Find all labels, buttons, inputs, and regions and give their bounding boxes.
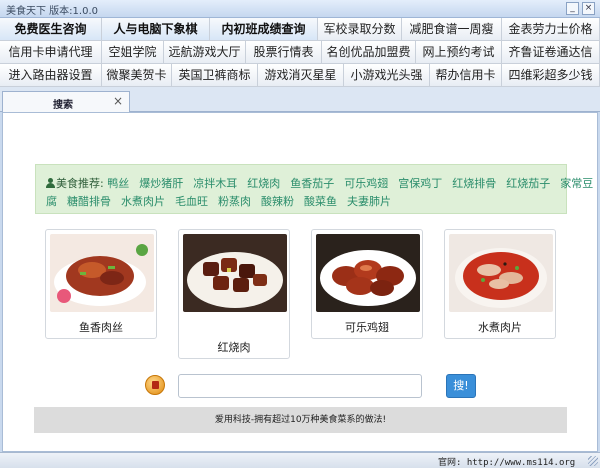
food-link[interactable]: 水煮肉片: [121, 195, 165, 208]
search-input[interactable]: [178, 374, 422, 398]
link-item[interactable]: 军校录取分数: [318, 18, 402, 41]
footer-text: 爱用科技-拥有超过10万种美食菜系的做法!: [34, 407, 567, 433]
food-link[interactable]: 鸭丝: [107, 177, 129, 190]
search-row: 搜!: [3, 373, 599, 399]
dish-card[interactable]: 红烧肉: [178, 229, 290, 359]
link-item[interactable]: 微聚美贺卡: [102, 64, 172, 87]
tab-close-icon[interactable]: ×: [113, 94, 123, 108]
tab-strip: 搜索 ×: [0, 87, 600, 113]
recommend-box: 美食推荐: 鸭丝 爆炒猪肝 凉拌木耳 红烧肉 鱼香茄子 可乐鸡翅 宫保鸡丁 红烧排骨 红烧茄子家…: [35, 164, 593, 214]
food-link[interactable]: 夫妻肺片: [347, 195, 391, 208]
recommend-line-2: 腐糖醋排骨 水煮肉片 毛血旺 粉蒸肉 酸辣粉 酸菜鱼 夫妻肺片: [46, 193, 401, 209]
link-item[interactable]: 免费医生咨询: [0, 18, 102, 41]
food-link[interactable]: 宫保鸡丁: [398, 177, 442, 190]
dish-name: 鱼香肉丝: [79, 321, 123, 334]
link-item[interactable]: 网上预约考试: [416, 41, 502, 64]
food-link[interactable]: 鱼香茄子: [290, 177, 334, 190]
recommend-links: 腐糖醋排骨 水煮肉片 毛血旺 粉蒸肉 酸辣粉 酸菜鱼 夫妻肺片: [46, 195, 401, 208]
link-item[interactable]: 内初班成绩查询: [210, 18, 318, 41]
dish-photo: [449, 234, 553, 312]
link-item[interactable]: 小游戏光头强: [344, 64, 430, 87]
quick-link-bar: 免费医生咨询 人与电脑下象棋 内初班成绩查询 军校录取分数 减肥食谱一周瘦 金表…: [0, 18, 600, 87]
food-link[interactable]: 酸菜鱼: [304, 195, 337, 208]
tab-search[interactable]: 搜索 ×: [2, 91, 130, 113]
link-item[interactable]: 人与电脑下象棋: [102, 18, 210, 41]
link-item[interactable]: 远航游戏大厅: [164, 41, 246, 64]
tab-label: 搜索: [53, 100, 73, 111]
dish-card[interactable]: 可乐鸡翅: [311, 229, 423, 339]
food-link[interactable]: 红烧茄子: [506, 177, 550, 190]
link-item[interactable]: 齐鲁证卷通达信: [502, 41, 600, 64]
food-link[interactable]: 毛血旺: [175, 195, 208, 208]
status-bar: 官网: http://www.ms114.org: [0, 452, 600, 468]
person-icon: [46, 178, 55, 188]
recommend-line-1: 美食推荐: 鸭丝 爆炒猪肝 凉拌木耳 红烧肉 鱼香茄子 可乐鸡翅 宫保鸡丁 红烧排骨 红烧茄子家…: [46, 175, 600, 191]
link-item[interactable]: 四维彩超多少钱: [502, 64, 600, 87]
content-panel: 美食推荐: 鸭丝 爆炒猪肝 凉拌木耳 红烧肉 鱼香茄子 可乐鸡翅 宫保鸡丁 红烧排骨 红烧茄子家…: [2, 112, 598, 452]
link-item[interactable]: 帮办信用卡: [430, 64, 502, 87]
food-link[interactable]: 粉蒸肉: [218, 195, 251, 208]
link-item[interactable]: 空姐学院: [102, 41, 164, 64]
dish-card[interactable]: 鱼香肉丝: [45, 229, 157, 339]
dish-name: 红烧肉: [217, 341, 251, 354]
close-button[interactable]: ×: [582, 2, 595, 15]
food-link[interactable]: 腐: [46, 195, 57, 208]
save-icon[interactable]: [145, 375, 165, 395]
window-title: 美食天下 版本:1.0.0: [6, 6, 98, 17]
link-item[interactable]: 信用卡申请代理: [0, 41, 102, 64]
website-link[interactable]: 官网: http://www.ms114.org: [438, 455, 575, 468]
dish-photo: [316, 234, 420, 312]
title-bar: 美食天下 版本:1.0.0 _ ×: [0, 0, 600, 18]
dish-photo: [183, 234, 287, 312]
link-item[interactable]: 股票行情表: [246, 41, 322, 64]
link-item[interactable]: 金表劳力士价格: [502, 18, 600, 41]
food-link[interactable]: 红烧肉: [247, 177, 280, 190]
food-link[interactable]: 家常豆: [560, 177, 593, 190]
food-link[interactable]: 酸辣粉: [261, 195, 294, 208]
link-item[interactable]: 减肥食谱一周瘦: [402, 18, 502, 41]
dish-photo: [50, 234, 154, 312]
dish-card[interactable]: 水煮肉片: [444, 229, 556, 339]
link-item[interactable]: 名创优品加盟费: [322, 41, 416, 64]
food-link[interactable]: 红烧排骨: [452, 177, 496, 190]
recommend-links: 鸭丝 爆炒猪肝 凉拌木耳 红烧肉 鱼香茄子 可乐鸡翅 宫保鸡丁 红烧排骨 红烧茄子 家常豆: [107, 177, 600, 190]
recommend-label: 美食推荐:: [56, 177, 104, 190]
food-link[interactable]: 可乐鸡翅: [344, 177, 388, 190]
dish-name: 可乐鸡翅: [345, 321, 389, 334]
minimize-button[interactable]: _: [566, 2, 579, 15]
food-link[interactable]: 凉拌木耳: [193, 177, 237, 190]
link-item[interactable]: 英国卫裤商标: [172, 64, 258, 87]
search-button[interactable]: 搜!: [446, 374, 476, 398]
link-item[interactable]: 进入路由器设置: [0, 64, 102, 87]
resize-grip-icon[interactable]: [588, 456, 598, 466]
dish-name: 水煮肉片: [478, 321, 522, 334]
link-item[interactable]: 游戏消灭星星: [258, 64, 344, 87]
food-link[interactable]: 糖醋排骨: [67, 195, 111, 208]
food-link[interactable]: 爆炒猪肝: [139, 177, 183, 190]
